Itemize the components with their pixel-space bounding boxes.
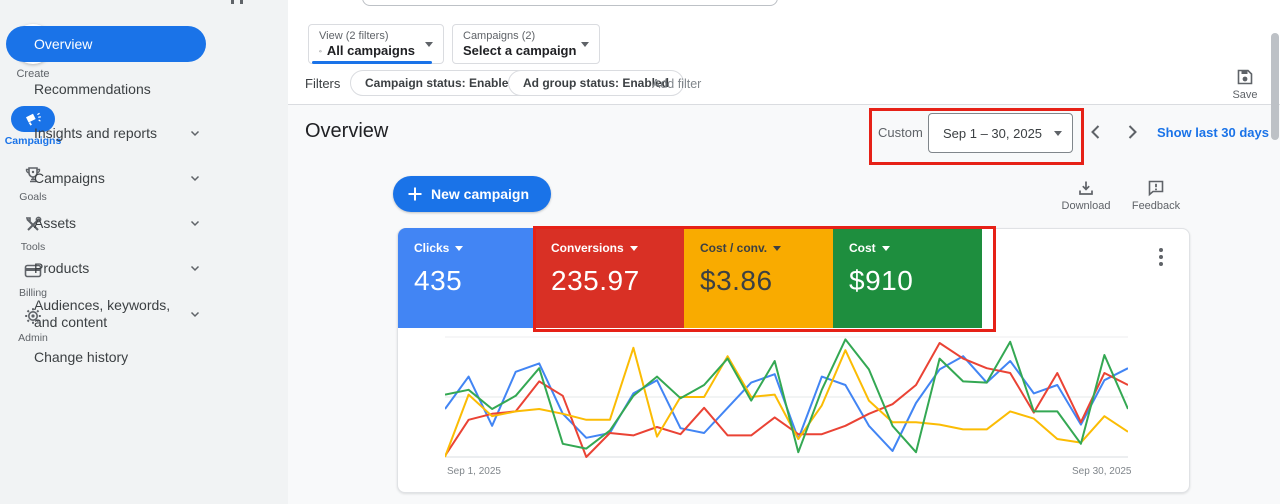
x-axis-end-label: Sep 30, 2025: [1072, 466, 1132, 477]
chevron-down-icon: [190, 263, 200, 273]
chevron-down-icon: [425, 42, 433, 47]
previous-period-button[interactable]: [1086, 122, 1106, 142]
scorecard-clicks[interactable]: Clicks 435: [398, 228, 535, 328]
view-dropdown-label: View (2 filters): [319, 30, 415, 42]
scorecards-row: Clicks 435 Conversions 235.97 Cost / con…: [398, 228, 982, 328]
download-label: Download: [1062, 200, 1111, 212]
page-title: Overview: [305, 120, 388, 143]
save-icon: [1236, 68, 1254, 86]
feedback-icon: [1147, 179, 1165, 197]
download-icon: [1077, 179, 1095, 197]
scorecard-value: $3.86: [700, 265, 833, 297]
secondary-nav: [66, 0, 288, 504]
feedback-label: Feedback: [1132, 200, 1180, 212]
filters-label: Filters: [305, 76, 340, 91]
scorecard-cost-per-conv[interactable]: Cost / conv. $3.86: [684, 228, 833, 328]
series-cost-conv-: [445, 348, 1128, 457]
date-range-value: Sep 1 – 30, 2025: [943, 126, 1042, 141]
save-label: Save: [1232, 89, 1257, 101]
new-campaign-button[interactable]: New campaign: [393, 176, 551, 212]
performance-line-chart[interactable]: [445, 333, 1128, 463]
kebab-dot: [1159, 255, 1163, 259]
scorecard-value: $910: [849, 265, 982, 297]
nav-item-insights-and-reports[interactable]: Insights and reports: [6, 124, 214, 142]
chevron-down-icon: [455, 246, 463, 251]
scorecard-label: Cost / conv.: [700, 241, 767, 255]
scorecard-value: 235.97: [551, 265, 684, 297]
rail-label: Tools: [21, 241, 46, 253]
show-last-30-days-link[interactable]: Show last 30 days: [1157, 125, 1269, 140]
kebab-dot: [1159, 248, 1163, 252]
scorecard-value: 435: [414, 265, 535, 297]
scorecard-label: Conversions: [551, 241, 624, 255]
series-conversions: [445, 343, 1128, 457]
campaign-select-dropdown[interactable]: Campaigns (2) Select a campaign: [452, 24, 600, 64]
nav-item-label: Change history: [34, 349, 128, 365]
download-button[interactable]: Download: [1058, 179, 1114, 212]
rail-label: Goals: [19, 191, 46, 203]
nav-item-overview[interactable]: Overview: [6, 26, 206, 62]
scorecard-cost[interactable]: Cost $910: [833, 228, 982, 328]
chevron-down-icon: [190, 309, 200, 319]
nav-item-recommendations[interactable]: Recommendations: [6, 80, 214, 98]
chevron-down-icon: [882, 246, 890, 251]
view-dropdown-value: All campaigns: [327, 43, 415, 58]
vertical-scrollbar-thumb[interactable]: [1271, 33, 1279, 140]
scorecard-label: Clicks: [414, 241, 449, 255]
nav-item-products[interactable]: Products: [6, 259, 214, 277]
active-view-underline: [312, 61, 432, 64]
scorecard-conversions[interactable]: Conversions 235.97: [535, 228, 684, 328]
scorecard-label: Cost: [849, 241, 876, 255]
chevron-down-icon: [190, 128, 200, 138]
nav-item-label: Campaigns: [34, 170, 105, 186]
rail-label: Admin: [18, 332, 48, 344]
series-cost: [445, 339, 1128, 452]
chevron-down-icon: [1054, 131, 1062, 136]
chevron-down-icon: [190, 173, 200, 183]
add-filter-button[interactable]: Add filter: [652, 77, 701, 91]
plus-icon: [407, 186, 423, 202]
feedback-button[interactable]: Feedback: [1128, 179, 1184, 212]
save-button[interactable]: Save: [1228, 68, 1262, 101]
next-period-button[interactable]: [1122, 122, 1142, 142]
chevron-down-icon: [581, 42, 589, 47]
nav-item-audiences-keywords-content[interactable]: Audiences, keywords, and content: [6, 296, 214, 332]
chevron-down-icon: [773, 246, 781, 251]
x-axis-start-label: Sep 1, 2025: [447, 466, 501, 477]
campaign-dropdown-value: Select a campaign: [463, 43, 576, 58]
nav-item-label: Audiences, keywords, and content: [34, 297, 190, 331]
filter-chip-campaign-status[interactable]: Campaign status: Enabled: [350, 70, 531, 96]
nav-item-label: Products: [34, 260, 89, 276]
nav-item-label: Insights and reports: [34, 125, 157, 141]
create-label: Create: [16, 68, 49, 80]
new-campaign-label: New campaign: [431, 186, 529, 202]
date-range-picker[interactable]: Sep 1 – 30, 2025: [928, 113, 1073, 153]
nav-item-assets[interactable]: Assets: [6, 214, 214, 232]
card-menu-button[interactable]: [1154, 246, 1168, 268]
search-box-cutoff[interactable]: [362, 0, 778, 6]
home-icon: [319, 44, 322, 58]
chevron-down-icon: [190, 218, 200, 228]
view-filter-dropdown[interactable]: View (2 filters) All campaigns: [308, 24, 444, 64]
campaign-dropdown-label: Campaigns (2): [463, 30, 571, 42]
chevron-down-icon: [630, 246, 638, 251]
nav-item-campaigns[interactable]: Campaigns: [6, 169, 214, 187]
nav-item-label: Recommendations: [34, 81, 151, 97]
kebab-dot: [1159, 262, 1163, 266]
nav-item-change-history[interactable]: Change history: [6, 348, 214, 366]
nav-item-label: Assets: [34, 215, 76, 231]
date-mode-label: Custom: [878, 125, 923, 140]
